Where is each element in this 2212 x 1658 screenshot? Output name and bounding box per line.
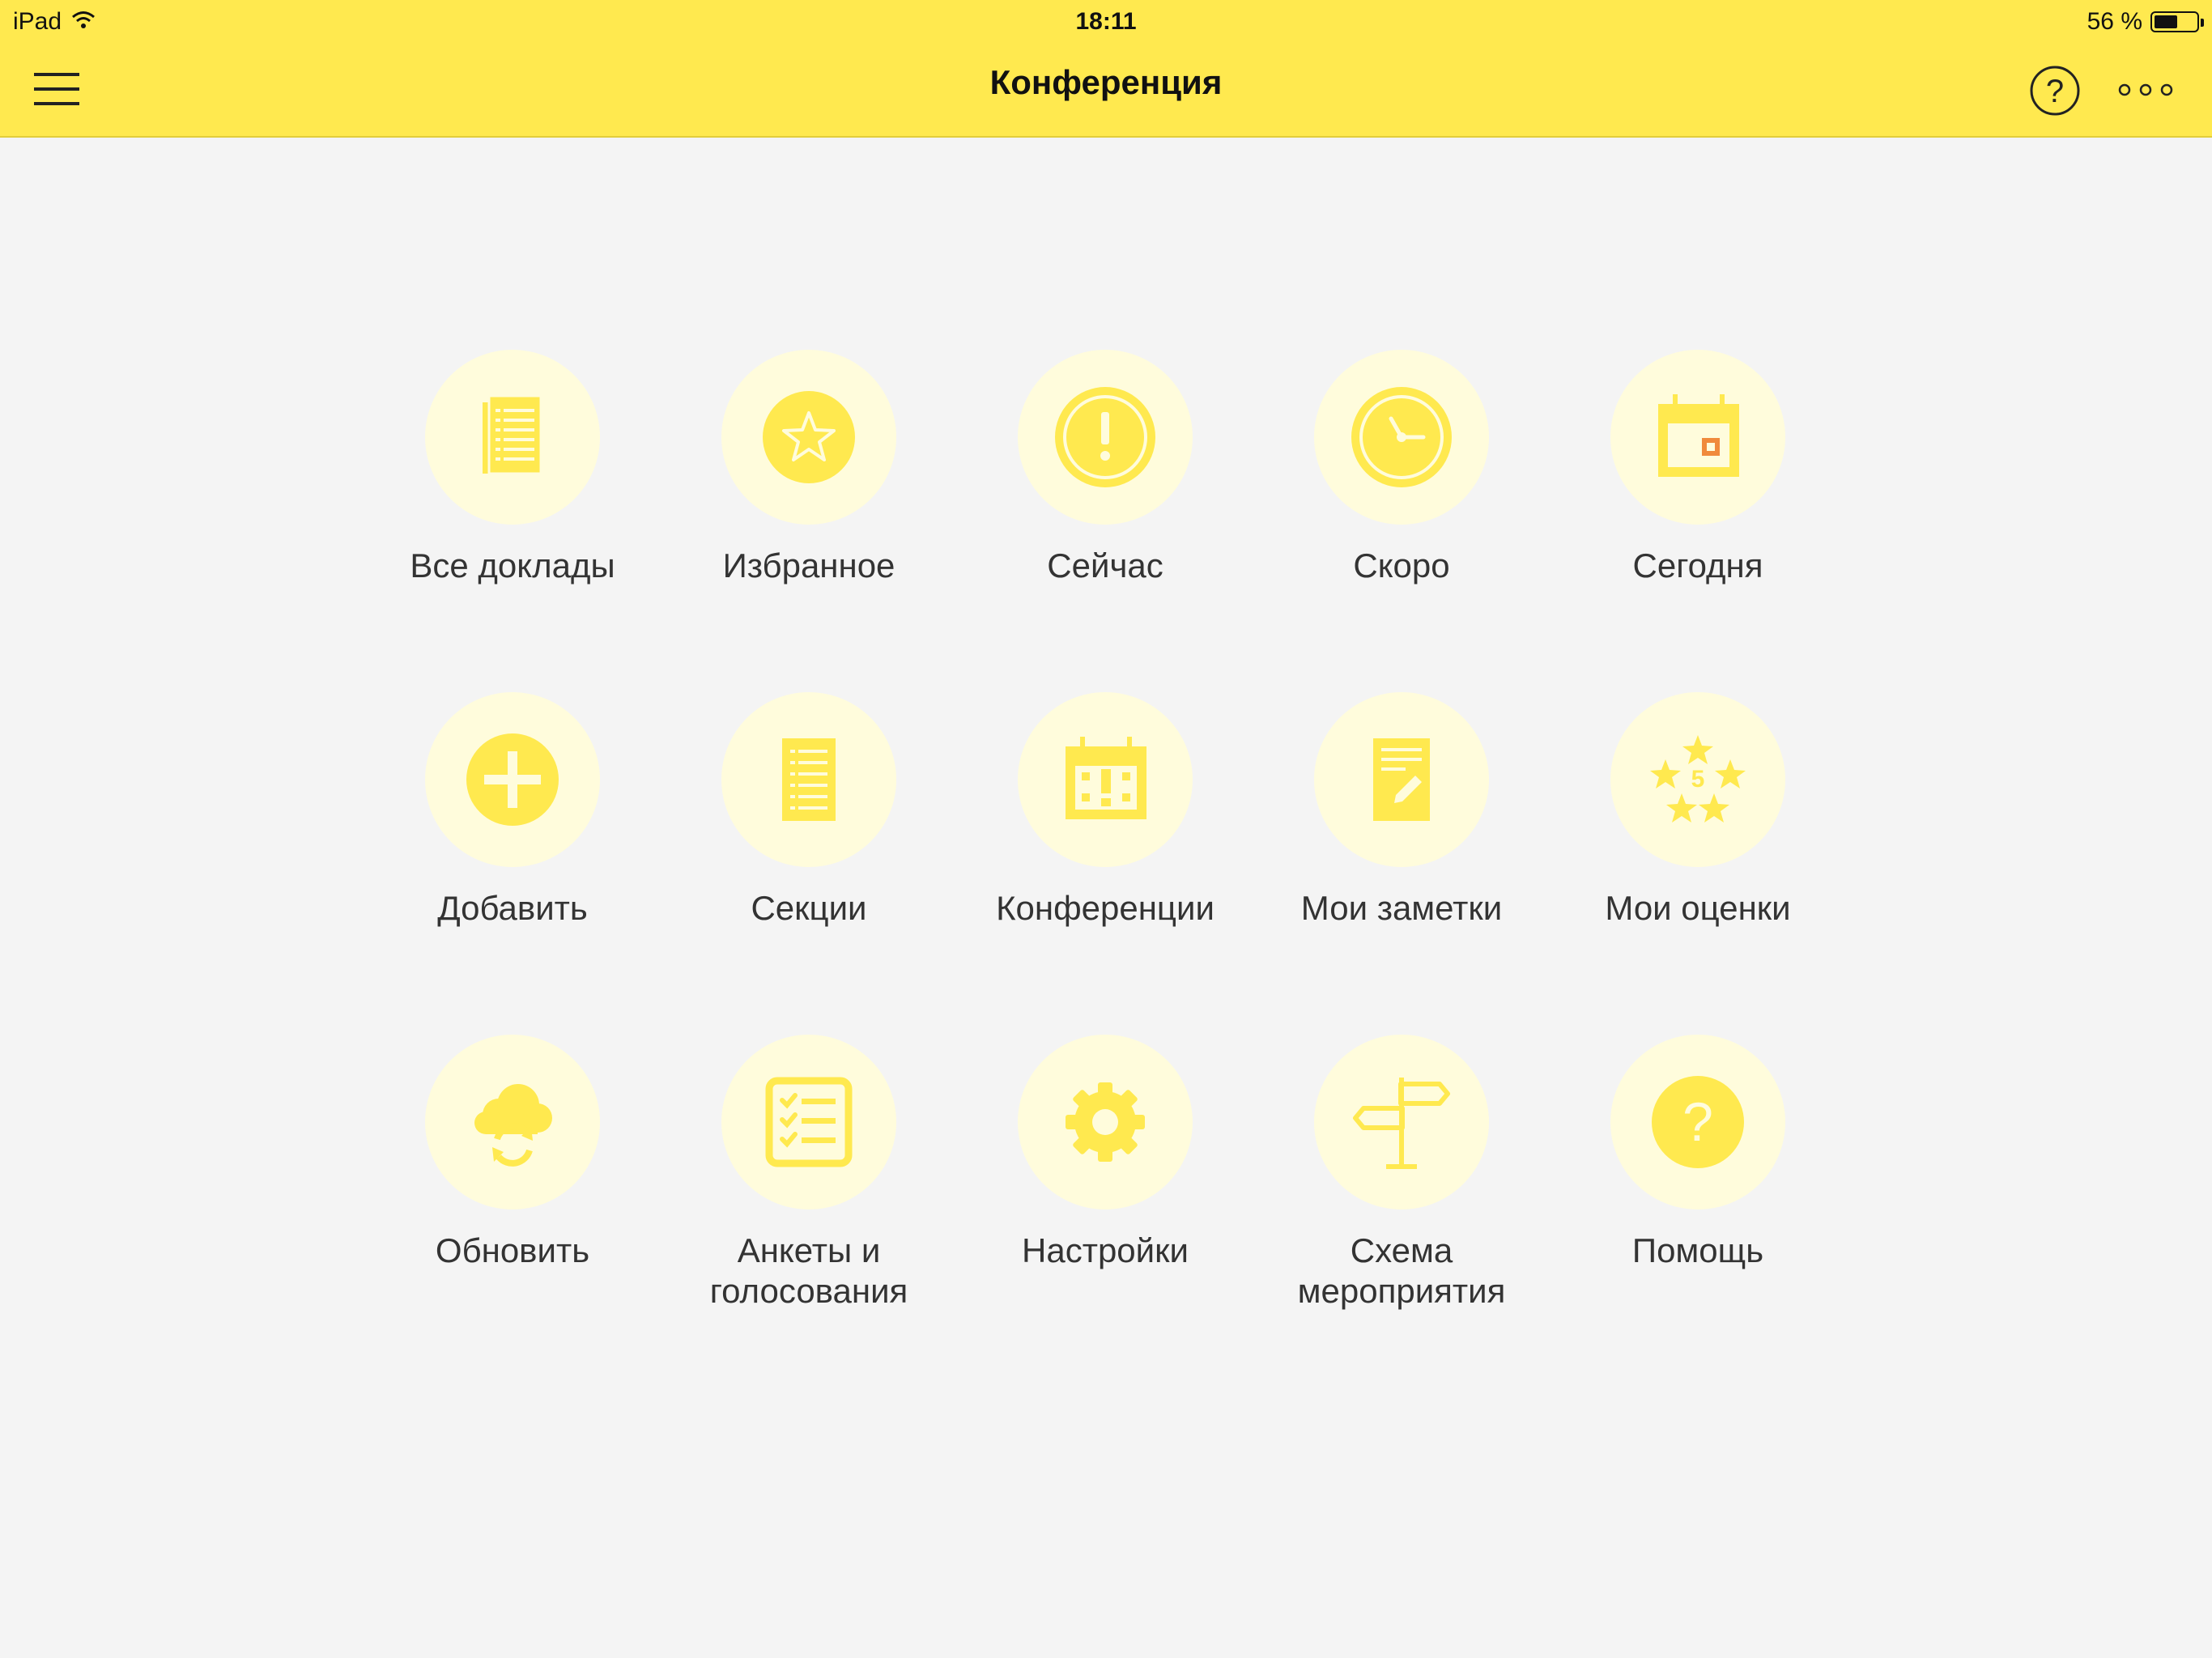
- list-document-icon: [782, 738, 836, 821]
- tile-circle: [1314, 1035, 1489, 1209]
- status-bar: iPad 18:11 56 %: [0, 0, 2212, 45]
- notes-icon: [1373, 738, 1430, 821]
- app-header: iPad 18:11 56 % Конференция ?: [0, 0, 2212, 138]
- tile-label: Анкеты и голосования: [709, 1231, 908, 1310]
- tile-surveys[interactable]: Анкеты и голосования: [661, 1035, 957, 1377]
- tile-label: Секции: [751, 889, 867, 927]
- tile-refresh[interactable]: Обновить: [364, 1035, 661, 1377]
- tile-circle: [425, 350, 600, 525]
- tile-sections[interactable]: Секции: [661, 692, 957, 1035]
- cloud-sync-icon: [474, 1084, 552, 1167]
- tile-label: Избранное: [722, 546, 895, 585]
- tile-circle: [1018, 350, 1193, 525]
- tile-circle: [1018, 692, 1193, 867]
- more-dots-icon[interactable]: [2116, 78, 2175, 102]
- svg-text:?: ?: [1682, 1091, 1713, 1153]
- help-icon: ?: [1652, 1076, 1744, 1168]
- tile-circle: ?: [1610, 1035, 1785, 1209]
- tile-label: Добавить: [437, 889, 588, 927]
- tile-circle: [721, 692, 896, 867]
- tile-favorites[interactable]: Избранное: [661, 350, 957, 692]
- tile-my-notes[interactable]: Мои заметки: [1253, 692, 1550, 1035]
- tile-circle: 5: [1610, 692, 1785, 867]
- hamburger-menu-icon[interactable]: [32, 71, 81, 108]
- status-right: 56 %: [2087, 8, 2204, 36]
- tile-label: Все доклады: [410, 546, 615, 585]
- tile-my-ratings[interactable]: 5 Мои оценки: [1550, 692, 1846, 1035]
- menu-grid: Все доклады Избранное Сейчас Скоро Сегод…: [364, 350, 1846, 1377]
- tile-event-map[interactable]: Схема мероприятия: [1253, 1035, 1550, 1377]
- tile-now[interactable]: Сейчас: [957, 350, 1253, 692]
- tile-circle: [1018, 1035, 1193, 1209]
- battery-icon: [2150, 11, 2204, 32]
- tile-circle: [425, 692, 600, 867]
- tile-add[interactable]: Добавить: [364, 692, 661, 1035]
- tile-circle: [1314, 692, 1489, 867]
- tile-all-talks[interactable]: Все доклады: [364, 350, 661, 692]
- gear-icon: [1066, 1082, 1145, 1162]
- documents-icon: [483, 394, 542, 475]
- page-title: Конференция: [989, 63, 1223, 101]
- tile-today[interactable]: Сегодня: [1550, 350, 1846, 692]
- tile-label: Сейчас: [1047, 546, 1163, 585]
- battery-percent: 56 %: [2087, 8, 2142, 35]
- battery-fill: [2155, 15, 2177, 28]
- tile-label: Мои оценки: [1605, 889, 1791, 927]
- tile-soon[interactable]: Скоро: [1253, 350, 1550, 692]
- tile-label: Мои заметки: [1300, 889, 1503, 927]
- clock-icon: [1351, 387, 1452, 487]
- tile-circle: [1314, 350, 1489, 525]
- tile-conferences[interactable]: Конференции: [957, 692, 1253, 1035]
- tile-label: Конференции: [996, 889, 1214, 927]
- tile-circle: [425, 1035, 600, 1209]
- tile-label: Схема мероприятия: [1297, 1231, 1506, 1310]
- plus-icon: [466, 733, 559, 826]
- tile-circle: [1610, 350, 1785, 525]
- calendar-exclamation-icon: [1066, 737, 1146, 819]
- signpost-icon: [1353, 1078, 1450, 1169]
- rating-stars-icon: 5: [1650, 735, 1746, 823]
- tile-label: Помощь: [1631, 1231, 1764, 1269]
- calendar-today-icon: [1658, 394, 1739, 477]
- tile-label: Скоро: [1353, 546, 1450, 585]
- status-time: 18:11: [1075, 8, 1137, 35]
- exclamation-icon: [1055, 387, 1155, 487]
- tile-label: Сегодня: [1632, 546, 1763, 585]
- tile-help[interactable]: ? Помощь: [1550, 1035, 1846, 1377]
- tile-label: Настройки: [1022, 1231, 1189, 1269]
- tile-label: Обновить: [435, 1231, 590, 1269]
- tile-settings[interactable]: Настройки: [957, 1035, 1253, 1377]
- question-circle-icon[interactable]: ?: [2029, 65, 2081, 117]
- svg-text:?: ?: [2046, 74, 2064, 109]
- svg-text:5: 5: [1691, 766, 1705, 793]
- star-icon: [763, 391, 855, 483]
- tile-circle: [721, 350, 896, 525]
- tile-circle: [721, 1035, 896, 1209]
- checklist-icon: [765, 1077, 853, 1167]
